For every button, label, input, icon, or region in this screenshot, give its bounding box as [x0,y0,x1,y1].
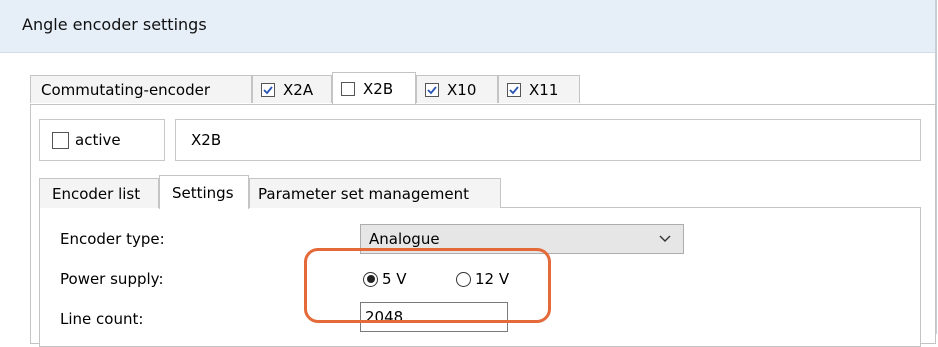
power-5v-radio[interactable]: 5 V [363,270,407,288]
x11-checkbox[interactable] [507,82,521,97]
tab-label: Commutating-encoder [41,80,211,99]
tab-label: Encoder list [52,184,141,203]
checkmark-icon [263,85,273,94]
tab-label: X2B [363,79,394,98]
encoder-name-field: X2B [175,119,921,161]
tab-label: X11 [529,80,559,99]
tab-encoder-list[interactable]: Encoder list [39,178,159,208]
chevron-down-icon [659,235,671,242]
tab-x10[interactable]: X10 [416,75,498,103]
line-count-value: 2048 [365,308,404,326]
encoder-type-label: Encoder type: [60,230,165,248]
window-title: Angle encoder settings [22,15,207,34]
tab-label: Parameter set management [258,184,469,203]
active-label: active [75,131,121,149]
radio-label: 5 V [382,270,407,288]
tab-label: X10 [447,80,477,99]
checkmark-icon [427,85,437,94]
x2b-checkbox[interactable] [341,81,355,96]
power-12v-radio[interactable]: 12 V [456,270,509,288]
tab-x11[interactable]: X11 [498,75,580,103]
tab-label: X2A [283,80,314,99]
power-supply-label: Power supply: [60,270,164,288]
radio-selected-icon [363,271,378,287]
checkmark-icon [509,85,519,94]
x2a-checkbox[interactable] [261,82,275,97]
x10-checkbox[interactable] [425,82,439,97]
active-checkbox[interactable] [52,131,69,149]
active-toggle[interactable]: active [39,119,165,161]
tab-commutating-encoder[interactable]: Commutating-encoder [30,75,252,103]
encoder-type-value: Analogue [369,230,440,248]
tab-settings[interactable]: Settings [159,175,249,209]
tab-label: Settings [172,183,234,202]
line-count-input[interactable]: 2048 [360,302,508,332]
tab-parameter-set-management[interactable]: Parameter set management [249,178,501,208]
encoder-name-value: X2B [191,131,222,149]
tab-x2b[interactable]: X2B [332,72,416,104]
radio-unselected-icon [456,271,471,287]
encoder-type-select[interactable]: Analogue [360,224,684,254]
radio-label: 12 V [475,270,510,288]
tab-x2a[interactable]: X2A [252,75,332,103]
window-titlebar: Angle encoder settings [0,0,935,53]
line-count-label: Line count: [60,310,144,328]
